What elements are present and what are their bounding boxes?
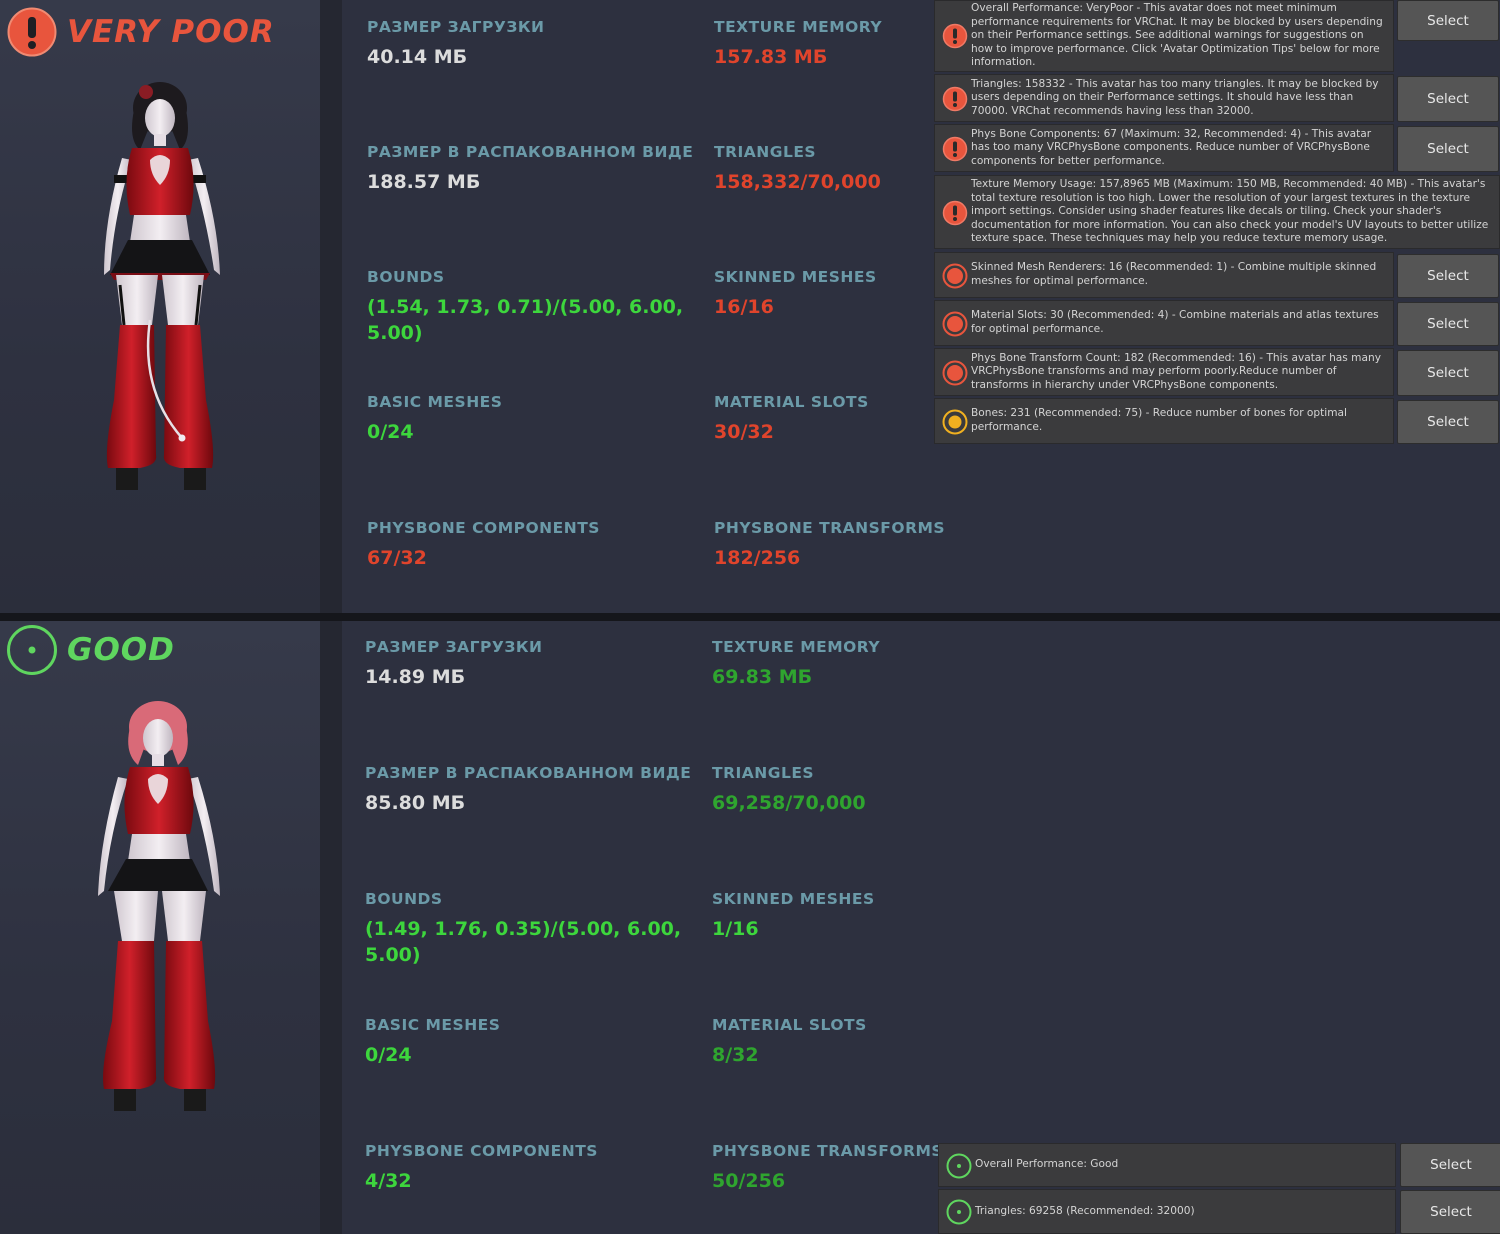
stat-value: 85.80 МБ xyxy=(365,792,466,814)
stat-physbone-components: PHYSBONE COMPONENTS 67/32 xyxy=(367,519,687,571)
stat-physbone-transforms: PHYSBONE TRANSFORMS 182/256 xyxy=(714,519,1034,571)
warning-text: Phys Bone Components: 67 (Maximum: 32, R… xyxy=(971,127,1372,167)
select-button[interactable]: Select xyxy=(1397,350,1499,396)
warning-text: Overall Performance: Good xyxy=(975,1158,1119,1171)
warning-item: Bones: 231 (Recommended: 75) - Reduce nu… xyxy=(934,398,1394,444)
medium-icon xyxy=(942,409,968,435)
stat-value: 8/32 xyxy=(712,1044,759,1066)
stat-triangles: TRIANGLES 69,258/70,000 xyxy=(712,764,1032,816)
warning-item: Overall Performance: VeryPoor - This ava… xyxy=(934,0,1394,72)
warning-text: Bones: 231 (Recommended: 75) - Reduce nu… xyxy=(971,407,1347,433)
exclamation-circle-icon xyxy=(7,7,57,57)
stat-label: TRIANGLES xyxy=(712,764,815,782)
stat-uncompressed-size: РАЗМЕР В РАСПАКОВАННОМ ВИДЕ 85.80 МБ xyxy=(365,764,692,816)
error-icon xyxy=(942,86,968,112)
stat-uncompressed-size: РАЗМЕР В РАСПАКОВАННОМ ВИДЕ 188.57 МБ xyxy=(367,143,694,195)
stat-label: BOUNDS xyxy=(365,890,443,908)
warning-text: Triangles: 158332 - This avatar has too … xyxy=(971,77,1379,117)
stat-value: 14.89 МБ xyxy=(365,666,466,688)
stat-label: PHYSBONE TRANSFORMS xyxy=(714,519,946,537)
select-button[interactable]: Select xyxy=(1397,254,1499,298)
stat-bounds: BOUNDS (1.54, 1.73, 0.71)/(5.00, 6.00, 5… xyxy=(367,268,687,346)
panel-divider xyxy=(0,613,1500,621)
stat-value: 69.83 МБ xyxy=(712,666,813,688)
stat-label: PHYSBONE COMPONENTS xyxy=(365,1142,598,1160)
select-button[interactable]: Select xyxy=(1397,302,1499,346)
stat-value: 4/32 xyxy=(365,1170,412,1192)
stat-value: (1.49, 1.76, 0.35)/(5.00, 6.00, 5.00) xyxy=(365,918,682,966)
stat-value: (1.54, 1.73, 0.71)/(5.00, 6.00, 5.00) xyxy=(367,296,684,344)
avatar-figure xyxy=(98,701,220,1111)
stat-label: TEXTURE MEMORY xyxy=(712,638,881,656)
stat-physbone-components: PHYSBONE COMPONENTS 4/32 xyxy=(365,1142,685,1194)
stat-label: РАЗМЕР В РАСПАКОВАННОМ ВИДЕ xyxy=(365,764,692,782)
select-button[interactable]: Select xyxy=(1397,76,1499,122)
warning-item: Triangles: 69258 (Recommended: 32000) xyxy=(938,1189,1396,1234)
stat-value: 67/32 xyxy=(367,547,427,569)
warning-item: Material Slots: 30 (Recommended: 4) - Co… xyxy=(934,300,1394,346)
avatar-figure xyxy=(104,82,220,490)
stat-download-size: РАЗМЕР ЗАГРУЗКИ 40.14 МБ xyxy=(367,18,687,70)
warning-item: Triangles: 158332 - This avatar has too … xyxy=(934,74,1394,122)
warning-text: Texture Memory Usage: 157,8965 MB (Maxim… xyxy=(971,178,1489,245)
stat-label: РАЗМЕР ЗАГРУЗКИ xyxy=(367,18,545,36)
warning-text: Skinned Mesh Renderers: 16 (Recommended:… xyxy=(971,261,1377,287)
stat-value: 0/24 xyxy=(365,1044,412,1066)
poor-icon xyxy=(942,263,968,289)
stat-label: BASIC MESHES xyxy=(367,393,503,411)
performance-rating: GOOD xyxy=(6,624,175,676)
warning-item: Phys Bone Components: 67 (Maximum: 32, R… xyxy=(934,124,1394,172)
stat-label: BASIC MESHES xyxy=(365,1016,501,1034)
stat-skinned-meshes: SKINNED MESHES 1/16 xyxy=(712,890,1032,942)
warning-item: Overall Performance: Good xyxy=(938,1143,1396,1187)
error-icon xyxy=(942,23,968,49)
avatar-panel-good: GOOD РАЗМЕР ЗАГРУЗКИ 14.89 МБ РАЗМЕР В Р… xyxy=(0,621,1500,1234)
avatar-preview-pane: VERY POOR xyxy=(0,0,320,613)
stat-bounds: BOUNDS (1.49, 1.76, 0.35)/(5.00, 6.00, 5… xyxy=(365,890,685,968)
warning-text: Phys Bone Transform Count: 182 (Recommen… xyxy=(971,351,1381,391)
select-button[interactable]: Select xyxy=(1400,1190,1500,1234)
select-button[interactable]: Select xyxy=(1400,1143,1500,1187)
warning-text: Triangles: 69258 (Recommended: 32000) xyxy=(975,1204,1195,1217)
stat-value: 1/16 xyxy=(712,918,759,940)
error-icon xyxy=(942,136,968,162)
rating-label: GOOD xyxy=(67,632,175,668)
poor-icon xyxy=(942,311,968,337)
stat-basic-meshes: BASIC MESHES 0/24 xyxy=(367,393,687,445)
stat-value: 69,258/70,000 xyxy=(712,792,866,814)
stat-texture-memory: TEXTURE MEMORY 69.83 МБ xyxy=(712,638,1032,690)
poor-icon xyxy=(942,360,968,386)
error-icon xyxy=(942,200,968,226)
stat-label: PHYSBONE COMPONENTS xyxy=(367,519,600,537)
good-icon xyxy=(946,1199,972,1225)
stat-label: BOUNDS xyxy=(367,268,445,286)
rating-label: VERY POOR xyxy=(67,14,275,50)
performance-rating: VERY POOR xyxy=(6,6,275,58)
select-button[interactable]: Select xyxy=(1397,126,1499,172)
select-button[interactable]: Select xyxy=(1397,0,1499,41)
stat-basic-meshes: BASIC MESHES 0/24 xyxy=(365,1016,685,1068)
warning-item: Skinned Mesh Renderers: 16 (Recommended:… xyxy=(934,252,1394,298)
stat-download-size: РАЗМЕР ЗАГРУЗКИ 14.89 МБ xyxy=(365,638,685,690)
warning-item: Phys Bone Transform Count: 182 (Recommen… xyxy=(934,348,1394,396)
stat-value: 182/256 xyxy=(714,547,801,569)
good-icon xyxy=(946,1153,972,1179)
stat-label: РАЗМЕР ЗАГРУЗКИ xyxy=(365,638,543,656)
stat-value: 188.57 МБ xyxy=(367,171,481,193)
warning-text: Material Slots: 30 (Recommended: 4) - Co… xyxy=(971,309,1379,335)
avatar-preview-pane: GOOD xyxy=(0,621,320,1234)
stat-label: SKINNED MESHES xyxy=(712,890,875,908)
avatar-panel-very-poor: VERY POOR РАЗМЕР ЗАГРУЗКИ 40.14 МБ РАЗМЕ… xyxy=(0,0,1500,613)
stat-value: 0/24 xyxy=(367,421,414,443)
warning-text: Overall Performance: VeryPoor - This ava… xyxy=(971,2,1383,69)
stat-label: MATERIAL SLOTS xyxy=(712,1016,867,1034)
warning-item: Texture Memory Usage: 157,8965 MB (Maxim… xyxy=(934,175,1500,249)
select-button[interactable]: Select xyxy=(1397,400,1499,444)
stat-value: 40.14 МБ xyxy=(367,46,468,68)
stat-material-slots: MATERIAL SLOTS 8/32 xyxy=(712,1016,1032,1068)
good-dot-circle-icon xyxy=(7,625,57,675)
stat-label: РАЗМЕР В РАСПАКОВАННОМ ВИДЕ xyxy=(367,143,694,161)
